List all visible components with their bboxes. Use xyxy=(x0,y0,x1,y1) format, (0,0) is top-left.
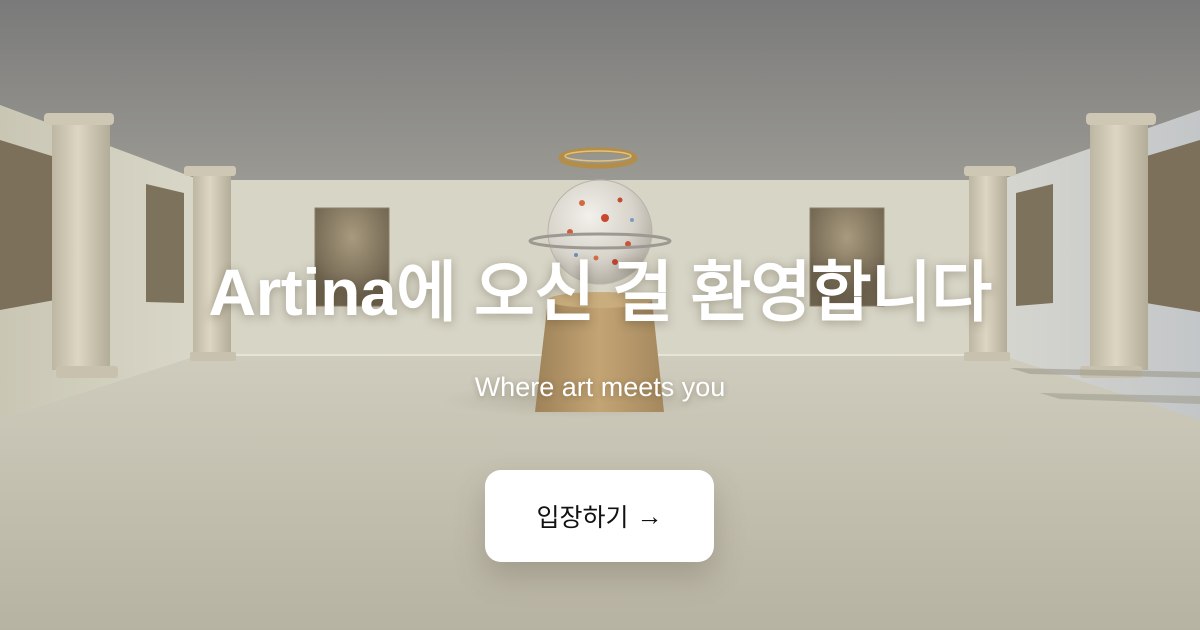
enter-button-label: 입장하기 xyxy=(536,504,629,532)
enter-button[interactable]: 입장하기 → xyxy=(485,470,714,562)
hero-title: Artina에 오신 걸 환영합니다 xyxy=(208,255,992,329)
hero-subtitle: Where art meets you xyxy=(474,372,726,402)
arrow-right-icon: → xyxy=(636,501,663,531)
gallery-scene: Artina에 오신 걸 환영합니다 Where art meets you 입… xyxy=(0,0,1200,630)
